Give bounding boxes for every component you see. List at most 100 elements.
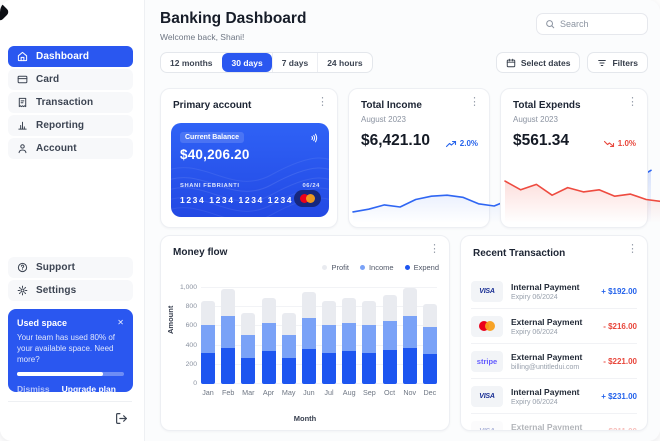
transaction-row[interactable]: stripe External Payment billing@untitled… bbox=[471, 344, 637, 379]
transaction-row[interactable]: VISA Internal Payment Expiry 06/2024 + $… bbox=[471, 274, 637, 309]
bar-segment-profit bbox=[241, 313, 255, 334]
kebab-menu-icon[interactable]: ⋮ bbox=[317, 97, 328, 108]
transaction-subtitle: Expiry 06/2024 bbox=[511, 329, 595, 336]
balance-value: $40,206.20 bbox=[180, 147, 250, 162]
bar-segment-profit bbox=[221, 289, 235, 316]
transaction-title: External Payment bbox=[511, 422, 596, 431]
bar-may[interactable]: May bbox=[282, 288, 296, 384]
x-tick-label: May bbox=[282, 388, 296, 397]
money-flow-bars: Jan Feb Mar Apr May Jun Jul Aug Sep Oct Nov Dec bbox=[201, 288, 437, 384]
y-tick-label: 800 bbox=[169, 303, 197, 310]
sidebar-item-dashboard[interactable]: Dashboard bbox=[8, 46, 133, 67]
page-title: Banking Dashboard bbox=[160, 10, 306, 28]
bar-mar[interactable]: Mar bbox=[241, 288, 255, 384]
bar-segment-income bbox=[423, 327, 437, 354]
close-icon[interactable]: ✕ bbox=[117, 319, 124, 327]
stat-amount: $6,421.10 bbox=[361, 132, 430, 150]
bar-oct[interactable]: Oct bbox=[383, 288, 397, 384]
tab-30-days[interactable]: 30 days bbox=[222, 53, 272, 72]
sidebar-item-support[interactable]: Support bbox=[8, 257, 133, 278]
change-badge-down: 1.0% bbox=[604, 139, 636, 148]
bar-segment-expend bbox=[403, 348, 417, 384]
sidebar-item-account[interactable]: Account bbox=[8, 138, 133, 159]
legend-item-profit[interactable]: Profit bbox=[322, 263, 349, 272]
sidebar-item-label: Support bbox=[36, 262, 75, 273]
transaction-row[interactable]: VISA Internal Payment Expiry 06/2024 + $… bbox=[471, 379, 637, 414]
trend-up-icon bbox=[446, 140, 457, 148]
tab-24-hours[interactable]: 24 hours bbox=[317, 53, 371, 72]
bar-segment-expend bbox=[362, 353, 376, 384]
kebab-menu-icon[interactable]: ⋮ bbox=[627, 97, 638, 108]
bar-sep[interactable]: Sep bbox=[362, 288, 376, 384]
bar-nov[interactable]: Nov bbox=[403, 288, 417, 384]
bar-chart-icon bbox=[17, 120, 28, 131]
y-tick-label: 1,000 bbox=[169, 284, 197, 291]
y-tick-label: 600 bbox=[169, 322, 197, 329]
bar-segment-income bbox=[241, 335, 255, 358]
card-holder: SHANI FEBRIANTI bbox=[180, 183, 240, 189]
sidebar-item-label: Dashboard bbox=[36, 51, 89, 62]
transaction-amount: + $192.00 bbox=[601, 287, 637, 296]
bar-segment-expend bbox=[282, 358, 296, 384]
bar-segment-expend bbox=[262, 351, 276, 384]
dismiss-link[interactable]: Dismiss bbox=[17, 384, 50, 394]
filters-button[interactable]: Filters bbox=[587, 52, 648, 73]
bar-feb[interactable]: Feb bbox=[221, 288, 235, 384]
transaction-list: VISA Internal Payment Expiry 06/2024 + $… bbox=[471, 274, 637, 431]
kebab-menu-icon[interactable]: ⋮ bbox=[429, 244, 440, 255]
change-badge-up: 2.0% bbox=[446, 139, 478, 148]
tab-7-days[interactable]: 7 days bbox=[272, 53, 317, 72]
search-box[interactable] bbox=[536, 13, 648, 35]
card-title: Total Income bbox=[361, 100, 422, 111]
sidebar-item-settings[interactable]: Settings bbox=[8, 280, 133, 301]
calendar-icon bbox=[506, 58, 516, 68]
transaction-amount: - $221.00 bbox=[603, 357, 637, 366]
money-flow-card: Money flow ⋮ ProfitIncomeExpend Amount 0… bbox=[160, 235, 450, 431]
bar-segment-income bbox=[403, 316, 417, 348]
transaction-row[interactable]: External Payment Expiry 06/2024 - $216.0… bbox=[471, 309, 637, 344]
x-tick-label: Sep bbox=[363, 388, 376, 397]
sidebar-item-label: Transaction bbox=[36, 97, 93, 108]
legend-item-income[interactable]: Income bbox=[360, 263, 394, 272]
sidebar-item-card[interactable]: Card bbox=[8, 69, 133, 90]
sidebar-item-transaction[interactable]: Transaction bbox=[8, 92, 133, 113]
tab-12-months[interactable]: 12 months bbox=[161, 53, 222, 72]
y-tick-label: 400 bbox=[169, 342, 197, 349]
mastercard-icon bbox=[471, 316, 503, 337]
credit-card[interactable]: Current Balance $40,206.20 SHANI FEBRIAN… bbox=[171, 123, 329, 217]
total-income-card: Total Income ⋮ August 2023 $6,421.10 2.0… bbox=[348, 88, 490, 228]
contactless-icon bbox=[307, 131, 321, 145]
bar-segment-profit bbox=[403, 288, 417, 315]
bar-jun[interactable]: Jun bbox=[302, 288, 316, 384]
transaction-title: External Payment bbox=[511, 352, 595, 362]
bar-apr[interactable]: Apr bbox=[262, 288, 276, 384]
kebab-menu-icon[interactable]: ⋮ bbox=[469, 97, 480, 108]
bar-segment-expend bbox=[241, 358, 255, 384]
sidebar-item-label: Card bbox=[36, 74, 59, 85]
card-title: Money flow bbox=[173, 247, 227, 258]
legend-item-expend[interactable]: Expend bbox=[405, 263, 439, 272]
bar-segment-expend bbox=[322, 353, 336, 384]
transaction-subtitle: billing@untitledui.com bbox=[511, 364, 595, 371]
search-input[interactable] bbox=[560, 19, 630, 29]
bar-jan[interactable]: Jan bbox=[201, 288, 215, 384]
balance-label: Current Balance bbox=[180, 132, 244, 143]
upgrade-plan-link[interactable]: Upgrade plan bbox=[62, 384, 116, 394]
bar-aug[interactable]: Aug bbox=[342, 288, 356, 384]
stat-period: August 2023 bbox=[513, 115, 558, 124]
kebab-menu-icon[interactable]: ⋮ bbox=[627, 244, 638, 255]
search-icon bbox=[545, 19, 555, 29]
transaction-amount: - $216.00 bbox=[603, 322, 637, 331]
bar-dec[interactable]: Dec bbox=[423, 288, 437, 384]
bar-segment-expend bbox=[342, 351, 356, 384]
trend-down-icon bbox=[604, 140, 615, 148]
sidebar-item-reporting[interactable]: Reporting bbox=[8, 115, 133, 136]
logout-button[interactable] bbox=[112, 409, 130, 427]
legend-dot bbox=[322, 265, 327, 270]
page-subtitle: Welcome back, Shani! bbox=[160, 32, 244, 42]
mastercard-icon bbox=[294, 190, 321, 207]
transaction-row[interactable]: VISA External Payment Expiry 06/2024 - $… bbox=[471, 414, 637, 431]
bar-segment-income bbox=[302, 318, 316, 349]
select-dates-button[interactable]: Select dates bbox=[496, 52, 581, 73]
bar-jul[interactable]: Jul bbox=[322, 288, 336, 384]
